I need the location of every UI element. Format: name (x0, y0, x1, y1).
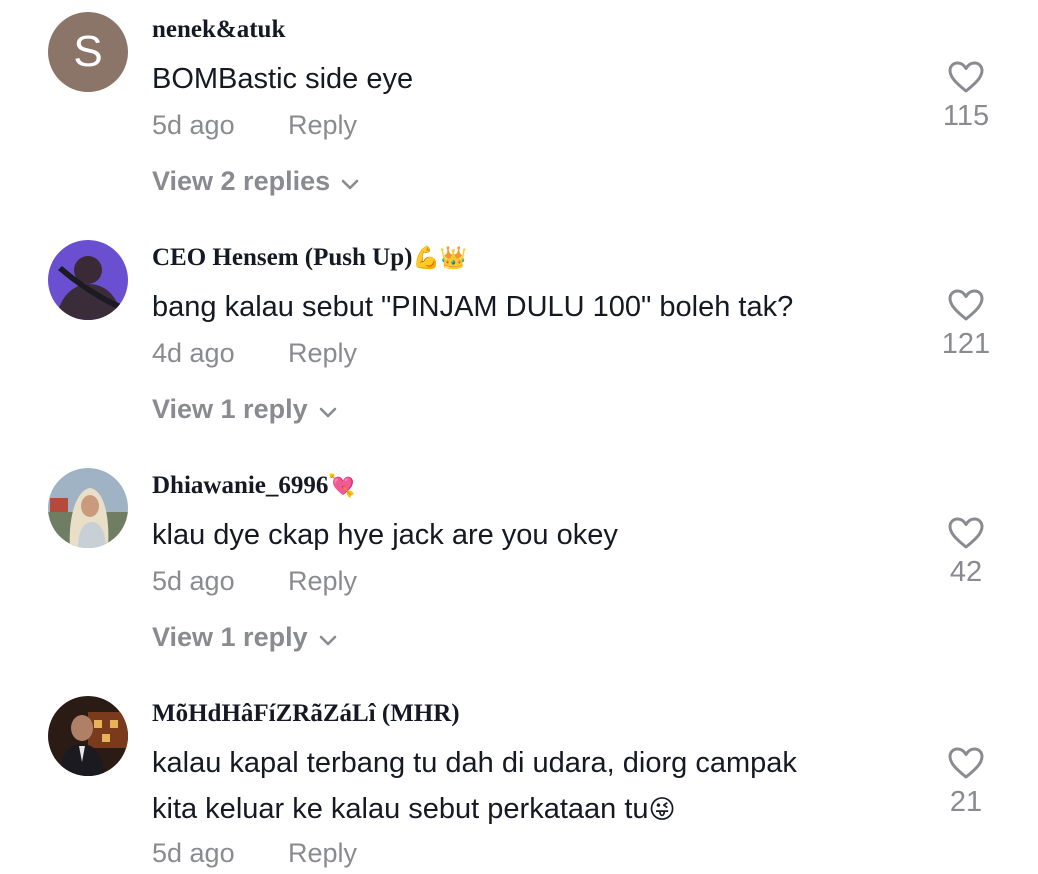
comment-meta: 5d ago Reply (152, 110, 357, 141)
like-count: 115 (942, 100, 990, 132)
view-replies-button[interactable]: View 1 reply (152, 622, 338, 654)
username-emoji: 💘 (328, 474, 356, 499)
comment-username[interactable]: Dhiawanie_6996💘 (152, 472, 356, 500)
view-replies-button[interactable]: View 1 reply (152, 394, 338, 426)
like-control: 121 (926, 288, 1006, 361)
comment-username[interactable]: CEO Hensem (Push Up)💪👑 (152, 244, 467, 272)
heart-icon[interactable] (947, 516, 985, 550)
like-count: 21 (949, 786, 983, 818)
text-emoji: 😜 (648, 795, 676, 825)
comment-timestamp: 4d ago (152, 338, 235, 368)
avatar[interactable]: S (48, 12, 128, 92)
comment-timestamp: 5d ago (152, 838, 235, 868)
comment-timestamp: 5d ago (152, 566, 235, 596)
heart-icon[interactable] (947, 288, 985, 322)
comment-meta: 5d ago Reply (152, 566, 357, 597)
avatar-photo (48, 468, 128, 548)
comment-username[interactable]: MõHdHâFíZRãZáLî (MHR) (152, 700, 460, 728)
comment-meta: 5d ago Reply (152, 838, 357, 869)
avatar-photo (48, 240, 128, 320)
like-control: 115 (926, 60, 1006, 133)
comment-text: BOMBastic side eye (152, 63, 414, 95)
reply-button[interactable]: Reply (288, 338, 357, 368)
like-control: 21 (926, 746, 1006, 819)
comment-text: bang kalau sebut "PINJAM DULU 100" boleh… (152, 291, 794, 323)
reply-button[interactable]: Reply (288, 838, 357, 868)
comment-text: klau dye ckap hye jack are you okey (152, 519, 618, 551)
comment-text: kalau kapal terbang tu dah di udara, dio… (152, 747, 797, 825)
chevron-down-icon (318, 395, 338, 426)
heart-icon[interactable] (947, 60, 985, 94)
comment-username[interactable]: nenek&atuk (152, 16, 285, 44)
reply-button[interactable]: Reply (288, 566, 357, 596)
username-emoji: 💪👑 (412, 246, 468, 271)
like-count: 121 (941, 328, 991, 360)
chevron-down-icon (318, 623, 338, 654)
chevron-down-icon (340, 167, 360, 198)
avatar-photo (48, 696, 128, 776)
avatar[interactable] (48, 240, 128, 320)
heart-icon[interactable] (947, 746, 985, 780)
like-count: 42 (949, 556, 983, 588)
comment-timestamp: 5d ago (152, 110, 235, 140)
avatar[interactable] (48, 468, 128, 548)
like-control: 42 (926, 516, 1006, 589)
avatar[interactable] (48, 696, 128, 776)
comment-meta: 4d ago Reply (152, 338, 357, 369)
view-replies-button[interactable]: View 2 replies (152, 166, 360, 198)
reply-button[interactable]: Reply (288, 110, 357, 140)
